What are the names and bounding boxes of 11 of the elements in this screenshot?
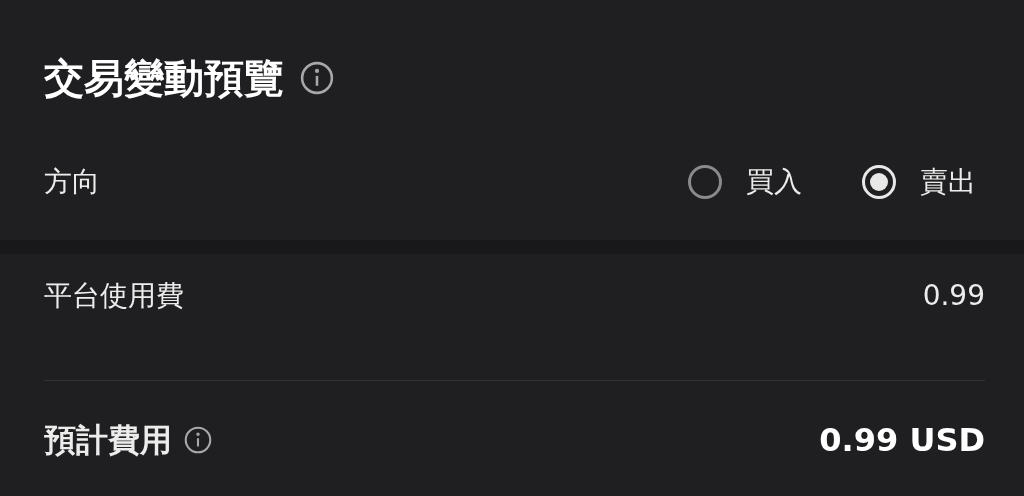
option-label[interactable]: 賣出 bbox=[920, 161, 976, 203]
info-icon[interactable] bbox=[184, 426, 212, 454]
fee-label: 平台使用費 bbox=[44, 278, 184, 314]
fee-value: 0.99 bbox=[922, 278, 985, 314]
direction-label: 方向 bbox=[44, 164, 100, 200]
total-label: 預計費用 bbox=[44, 420, 172, 461]
option-label[interactable]: 買入 bbox=[746, 161, 802, 203]
radio-button[interactable] bbox=[688, 165, 722, 199]
panel-title: 交易變動預覽 bbox=[44, 58, 284, 98]
info-icon[interactable] bbox=[300, 61, 334, 95]
total-value: 0.99 USD bbox=[819, 420, 985, 461]
